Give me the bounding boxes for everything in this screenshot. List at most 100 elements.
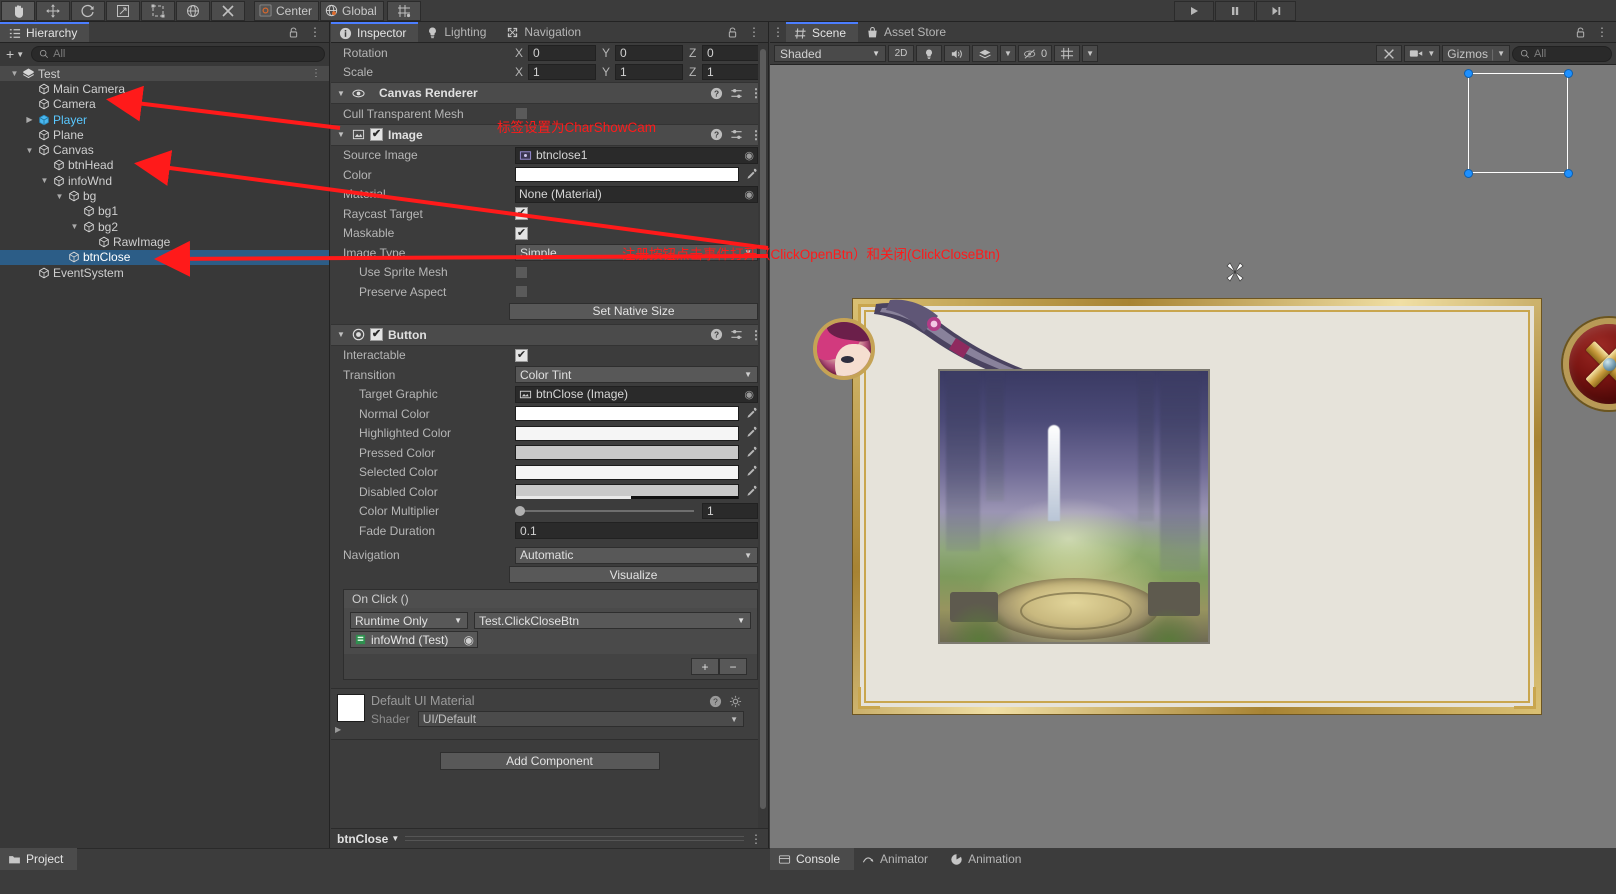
- preset-icon[interactable]: [730, 128, 743, 141]
- tab-console[interactable]: Console: [770, 848, 855, 870]
- tab-project[interactable]: Project: [0, 848, 78, 870]
- rect-tool[interactable]: [141, 0, 175, 21]
- rotation-y-input[interactable]: 0: [615, 44, 683, 61]
- image-enabled-checkbox[interactable]: ✔: [370, 128, 383, 141]
- help-icon[interactable]: ?: [710, 87, 723, 100]
- hierarchy-item-main-camera[interactable]: Main Camera: [0, 81, 329, 96]
- tab-scene[interactable]: Scene: [786, 22, 859, 42]
- scale-x-input[interactable]: 1: [528, 64, 596, 81]
- draw-mode-dropdown[interactable]: Shaded ▼: [774, 45, 886, 62]
- hierarchy-item-rawimage[interactable]: RawImage: [0, 234, 329, 249]
- material-foldout-icon[interactable]: ▶: [335, 725, 341, 734]
- scene-lock-icon[interactable]: [1574, 26, 1587, 39]
- tab-animator[interactable]: Animator: [854, 848, 942, 870]
- hierarchy-item-camera[interactable]: Camera: [0, 97, 329, 112]
- transition-dropdown[interactable]: Color Tint ▼: [515, 366, 758, 384]
- on-click-remove-button[interactable]: −: [719, 658, 747, 675]
- color-multiplier-input[interactable]: 1: [702, 503, 758, 520]
- object-picker-icon[interactable]: ◉: [744, 388, 754, 401]
- chevron-down-icon[interactable]: ▼: [38, 176, 51, 185]
- help-icon[interactable]: ?: [710, 328, 723, 341]
- scene-context-menu-icon[interactable]: ⋮: [311, 68, 321, 79]
- hierarchy-item-plane[interactable]: Plane: [0, 127, 329, 142]
- target-graphic-field[interactable]: btnClose (Image) ◉: [515, 385, 758, 403]
- footer-menu-icon[interactable]: ⋮: [750, 833, 762, 845]
- eyedropper-icon[interactable]: [745, 425, 758, 441]
- chevron-down-icon[interactable]: ▼: [68, 222, 81, 231]
- fade-duration-input[interactable]: 0.1: [515, 522, 758, 540]
- source-image-field[interactable]: btnclose1 ◉: [515, 146, 758, 164]
- visualize-button[interactable]: Visualize: [509, 566, 758, 583]
- hierarchy-menu-icon[interactable]: ⋮: [309, 26, 321, 38]
- pause-button[interactable]: [1215, 1, 1255, 21]
- chevron-down-icon[interactable]: ▼: [23, 146, 36, 155]
- create-object-button[interactable]: + ▼: [4, 46, 26, 62]
- play-button[interactable]: [1174, 1, 1214, 21]
- rotate-tool[interactable]: [71, 0, 105, 21]
- navigation-dropdown[interactable]: Automatic ▼: [515, 546, 758, 564]
- chevron-down-icon[interactable]: ▼: [8, 69, 21, 78]
- lock-icon[interactable]: [287, 26, 300, 39]
- custom-tool[interactable]: [211, 0, 245, 21]
- scale-tool[interactable]: [106, 0, 140, 21]
- eyedropper-icon[interactable]: [745, 464, 758, 480]
- scene-camera-button[interactable]: ▼: [1404, 45, 1441, 62]
- scene-grid-dropdown[interactable]: ▼: [1082, 45, 1099, 62]
- button-component-header[interactable]: ▼ ✔ Button ? ⋮: [331, 323, 768, 346]
- preset-icon[interactable]: [730, 328, 743, 341]
- on-click-function-dropdown[interactable]: Test.ClickCloseBtn ▼: [474, 612, 751, 629]
- tab-inspector[interactable]: Inspector: [331, 22, 419, 42]
- inspector-scrollbar[interactable]: [758, 43, 768, 828]
- eyedropper-icon[interactable]: [745, 484, 758, 500]
- rotation-x-input[interactable]: 0: [528, 44, 596, 61]
- tab-lighting[interactable]: Lighting: [418, 22, 498, 42]
- scene-fx-button[interactable]: [972, 45, 998, 62]
- scene-grid-button[interactable]: [1054, 45, 1081, 62]
- help-icon[interactable]: ?: [709, 695, 722, 708]
- scene-search-input[interactable]: All: [1512, 45, 1612, 62]
- maskable-checkbox[interactable]: ✔: [515, 226, 528, 240]
- object-picker-icon[interactable]: ◉: [744, 149, 754, 162]
- scene-viewport[interactable]: [770, 65, 1616, 848]
- preserve-aspect-checkbox[interactable]: [515, 285, 528, 299]
- hierarchy-item-infownd[interactable]: ▼ infoWnd: [0, 173, 329, 188]
- hierarchy-item-eventsystem[interactable]: EventSystem: [0, 265, 329, 280]
- chevron-down-icon[interactable]: ▼: [53, 192, 66, 201]
- foldout-icon[interactable]: ▼: [337, 130, 347, 139]
- tab-asset-store[interactable]: Asset Store: [858, 22, 958, 42]
- hierarchy-item-player[interactable]: ▶ Player: [0, 112, 329, 127]
- image-color-swatch[interactable]: [515, 167, 739, 183]
- eyedropper-icon[interactable]: [745, 406, 758, 422]
- selected-color-swatch[interactable]: [515, 464, 739, 480]
- scene-panel-menu-icon[interactable]: ⋮: [770, 22, 786, 42]
- scene-fx-dropdown[interactable]: ▼: [1000, 45, 1016, 62]
- foldout-icon[interactable]: ▼: [337, 89, 347, 98]
- selection-handle-tr[interactable]: [1564, 69, 1573, 78]
- transform-tool[interactable]: [176, 0, 210, 21]
- pivot-mode-button[interactable]: Center: [254, 0, 320, 21]
- set-native-size-button[interactable]: Set Native Size: [509, 302, 758, 320]
- scene-audio-button[interactable]: [944, 45, 970, 62]
- scene-menu-icon[interactable]: ⋮: [1596, 26, 1608, 38]
- gizmos-button[interactable]: Gizmos | ▼: [1442, 45, 1510, 62]
- normal-color-swatch[interactable]: [515, 406, 739, 422]
- selection-handle-bl[interactable]: [1464, 169, 1473, 178]
- image-material-field[interactable]: None (Material) ◉: [515, 185, 758, 203]
- preview-object-chip[interactable]: btnClose ▼: [337, 832, 399, 846]
- handle-mode-button[interactable]: Global: [320, 0, 384, 21]
- tab-animation[interactable]: Animation: [942, 848, 1035, 870]
- inspector-lock-icon[interactable]: [726, 26, 739, 39]
- hierarchy-item-canvas[interactable]: ▼ Canvas: [0, 142, 329, 157]
- eyedropper-icon[interactable]: [745, 445, 758, 461]
- on-click-object-field[interactable]: infoWnd (Test) ◉: [350, 631, 478, 648]
- help-icon[interactable]: ?: [710, 128, 723, 141]
- scale-y-input[interactable]: 1: [615, 64, 683, 81]
- object-picker-icon[interactable]: ◉: [464, 633, 474, 647]
- hierarchy-item-btnhead[interactable]: btnHead: [0, 158, 329, 173]
- gear-icon[interactable]: [729, 695, 742, 708]
- use-sprite-mesh-checkbox[interactable]: [515, 265, 528, 279]
- selection-handle-br[interactable]: [1564, 169, 1573, 178]
- raycast-target-checkbox[interactable]: ✔: [515, 207, 528, 221]
- object-picker-icon[interactable]: ◉: [744, 188, 754, 201]
- interactable-checkbox[interactable]: ✔: [515, 348, 528, 362]
